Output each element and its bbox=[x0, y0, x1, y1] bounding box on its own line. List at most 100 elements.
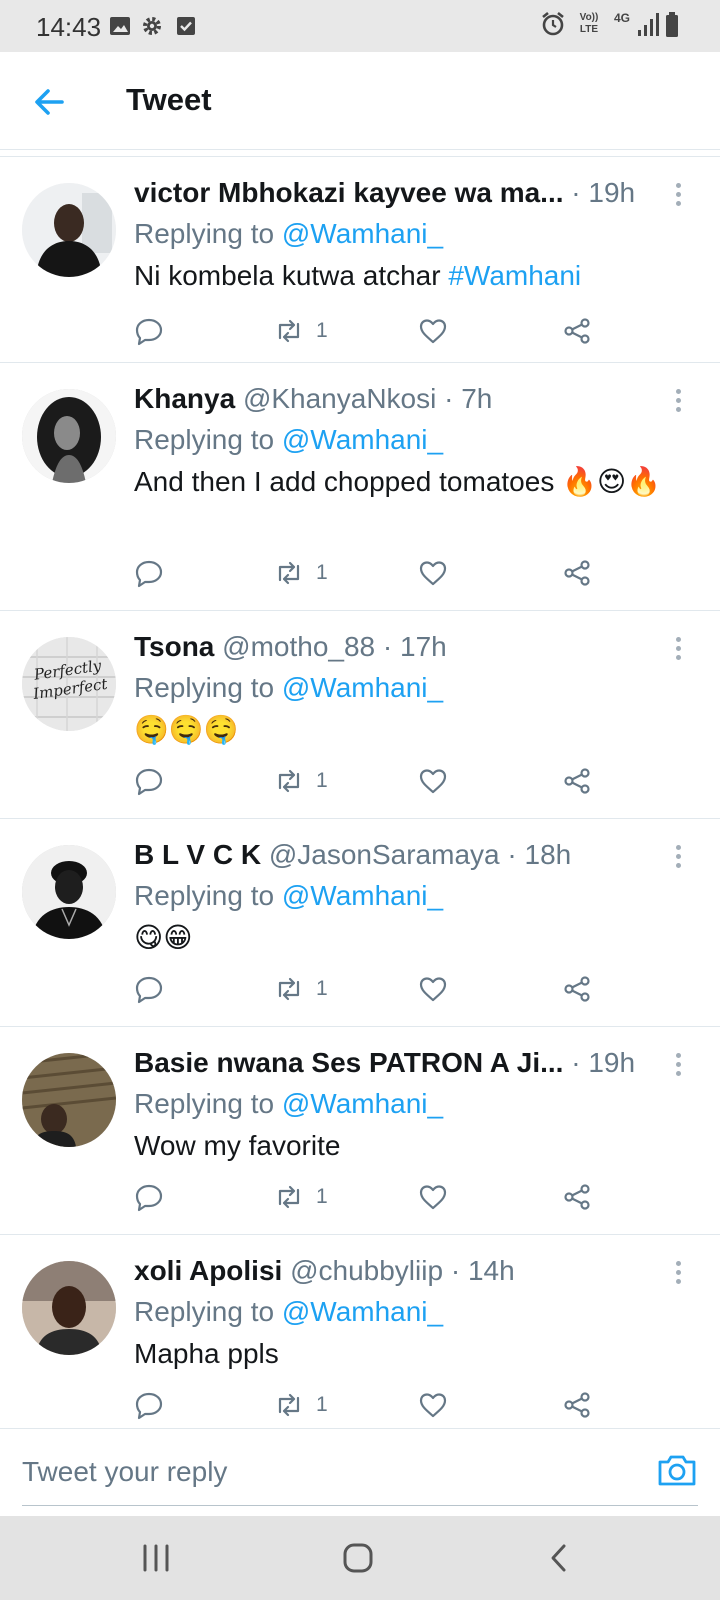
replying-prefix: Replying to bbox=[134, 672, 282, 703]
reply-button[interactable] bbox=[134, 1385, 164, 1425]
reply-button[interactable] bbox=[134, 553, 164, 593]
avatar[interactable] bbox=[22, 1053, 116, 1147]
tweet-actions: 1 bbox=[134, 761, 614, 801]
like-button[interactable] bbox=[418, 1385, 448, 1425]
mention-link[interactable]: @Wamhani_ bbox=[282, 218, 443, 249]
tweet-text: And then I add chopped tomatoes 🔥😍🔥 bbox=[134, 461, 670, 503]
tweet-actions: 1 bbox=[134, 553, 614, 593]
avatar[interactable] bbox=[22, 183, 116, 277]
reply-icon bbox=[135, 560, 163, 588]
more-options-icon[interactable] bbox=[670, 635, 686, 665]
tweet-text-body: Wow my favorite bbox=[134, 1130, 341, 1161]
tweet-text-body: And then I add chopped tomatoes 🔥😍🔥 bbox=[134, 466, 662, 497]
reply-button[interactable] bbox=[134, 969, 164, 1009]
retweet-button[interactable]: 1 bbox=[274, 1385, 328, 1425]
tweet-item[interactable]: xoli Apolisi @chubbyliip · 14h Replying … bbox=[0, 1235, 720, 1428]
like-button[interactable] bbox=[418, 969, 448, 1009]
reply-button[interactable] bbox=[134, 1177, 164, 1217]
retweet-button[interactable]: 1 bbox=[274, 1177, 328, 1217]
tweet-item[interactable]: victor Mbhokazi kayvee wa ma... · 19h Re… bbox=[0, 157, 720, 363]
author-name[interactable]: xoli Apolisi bbox=[134, 1255, 282, 1286]
alarm-icon bbox=[542, 11, 564, 36]
share-button[interactable] bbox=[562, 553, 592, 593]
gear-icon bbox=[143, 17, 161, 35]
retweet-count: 1 bbox=[316, 319, 328, 342]
reply-input[interactable] bbox=[22, 1447, 622, 1497]
tweet-text: Wow my favorite bbox=[134, 1125, 670, 1167]
tweet-item[interactable]: B L V C K @JasonSaramaya · 18h Replying … bbox=[0, 819, 720, 1027]
tweet-item[interactable]: Basie nwana Ses PATRON A Ji... · 19h Rep… bbox=[0, 1027, 720, 1235]
tweet-text-body: Ni kombela kutwa atchar bbox=[134, 260, 449, 291]
back-arrow-icon[interactable] bbox=[28, 80, 72, 124]
tweet-age: 7h bbox=[461, 383, 493, 414]
reply-button[interactable] bbox=[134, 311, 164, 351]
retweet-button[interactable]: 1 bbox=[274, 761, 328, 801]
retweet-button[interactable]: 1 bbox=[274, 311, 328, 351]
avatar[interactable] bbox=[22, 389, 116, 483]
author-handle[interactable]: @motho_88 bbox=[222, 631, 375, 662]
app-header: Tweet bbox=[0, 52, 720, 150]
more-options-icon[interactable] bbox=[670, 387, 686, 417]
like-button[interactable] bbox=[418, 1177, 448, 1217]
retweet-icon bbox=[278, 1185, 300, 1209]
author-handle[interactable]: @KhanyaNkosi bbox=[243, 383, 436, 414]
tweet-item[interactable]: Khanya @KhanyaNkosi · 7h Replying to @Wa… bbox=[0, 363, 720, 611]
replying-to: Replying to @Wamhani_ bbox=[134, 1291, 670, 1333]
author-name[interactable]: Basie nwana Ses PATRON A Ji... bbox=[134, 1047, 563, 1078]
more-options-icon[interactable] bbox=[670, 1051, 686, 1081]
reply-icon bbox=[135, 768, 163, 796]
author-name[interactable]: victor Mbhokazi kayvee wa ma... bbox=[134, 177, 564, 208]
mention-link[interactable]: @Wamhani_ bbox=[282, 424, 443, 455]
more-options-icon[interactable] bbox=[670, 181, 686, 211]
reply-feed[interactable]: victor Mbhokazi kayvee wa ma... · 19h Re… bbox=[0, 156, 720, 1428]
avatar[interactable] bbox=[22, 845, 116, 939]
reply-icon bbox=[135, 1392, 163, 1420]
mention-link[interactable]: @Wamhani_ bbox=[282, 880, 443, 911]
share-button[interactable] bbox=[562, 1177, 592, 1217]
author-handle[interactable]: @JasonSaramaya bbox=[269, 839, 500, 870]
hashtag-link[interactable]: #Wamhani bbox=[448, 260, 581, 291]
mention-link[interactable]: @Wamhani_ bbox=[282, 1088, 443, 1119]
share-button[interactable] bbox=[562, 761, 592, 801]
input-underline bbox=[22, 1505, 698, 1506]
more-options-icon[interactable] bbox=[670, 843, 686, 873]
separator-dot: · bbox=[450, 1255, 461, 1286]
share-icon bbox=[564, 976, 590, 1002]
back-icon[interactable] bbox=[540, 1540, 580, 1576]
share-button[interactable] bbox=[562, 969, 592, 1009]
tweet-text: Ni kombela kutwa atchar #Wamhani bbox=[134, 255, 670, 297]
separator-dot: · bbox=[507, 839, 517, 870]
tweet-text: Mapha ppls bbox=[134, 1333, 670, 1375]
home-icon[interactable] bbox=[338, 1540, 378, 1576]
signal-icon bbox=[638, 13, 659, 36]
retweet-icon bbox=[278, 319, 300, 343]
replying-to: Replying to @Wamhani_ bbox=[134, 875, 670, 917]
retweet-button[interactable]: 1 bbox=[274, 969, 328, 1009]
share-button[interactable] bbox=[562, 311, 592, 351]
like-button[interactable] bbox=[418, 553, 448, 593]
retweet-icon bbox=[278, 1393, 300, 1417]
more-options-icon[interactable] bbox=[670, 1259, 686, 1289]
reply-button[interactable] bbox=[134, 761, 164, 801]
author-name[interactable]: Khanya bbox=[134, 383, 235, 414]
heart-icon bbox=[419, 1185, 447, 1210]
author-name[interactable]: B L V C K bbox=[134, 839, 261, 870]
recents-icon[interactable] bbox=[136, 1540, 176, 1576]
retweet-count: 1 bbox=[316, 769, 328, 792]
tweet-item[interactable]: Perfectly Imperfect Tsona @motho_88 · 17… bbox=[0, 611, 720, 819]
author-handle[interactable]: @chubbyliip bbox=[290, 1255, 443, 1286]
retweet-button[interactable]: 1 bbox=[274, 553, 328, 593]
mention-link[interactable]: @Wamhani_ bbox=[282, 1296, 443, 1327]
share-button[interactable] bbox=[562, 1385, 592, 1425]
mention-link[interactable]: @Wamhani_ bbox=[282, 672, 443, 703]
avatar[interactable]: Perfectly Imperfect bbox=[22, 637, 116, 731]
like-button[interactable] bbox=[418, 761, 448, 801]
like-button[interactable] bbox=[418, 311, 448, 351]
camera-icon[interactable] bbox=[656, 1449, 698, 1491]
author-name[interactable]: Tsona bbox=[134, 631, 214, 662]
separator-dot: · bbox=[444, 383, 454, 414]
avatar[interactable] bbox=[22, 1261, 116, 1355]
share-icon bbox=[564, 318, 590, 344]
tweet-age: 19h bbox=[588, 177, 636, 208]
tweet-actions: 1 bbox=[134, 1385, 614, 1425]
